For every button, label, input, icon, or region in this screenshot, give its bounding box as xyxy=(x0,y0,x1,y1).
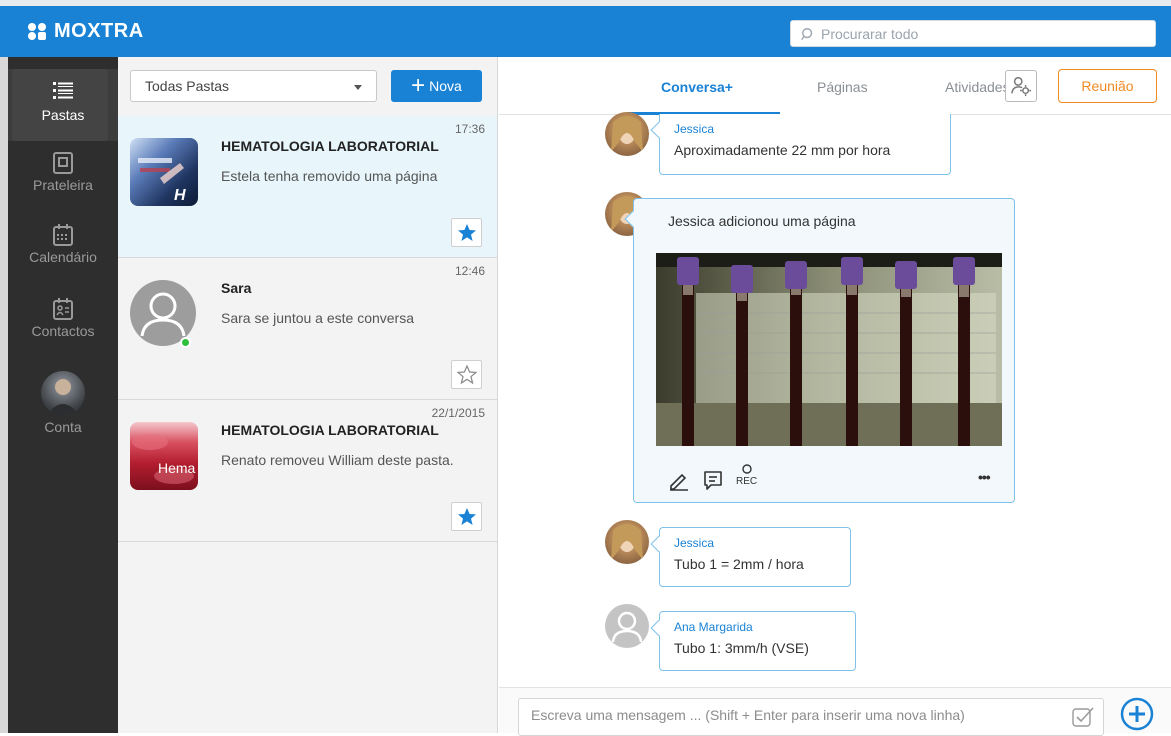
message-author: Jessica xyxy=(674,536,715,550)
nav-label: Pastas xyxy=(41,107,85,123)
account-avatar xyxy=(41,371,85,415)
contacts-icon xyxy=(53,298,73,320)
star-filled-icon xyxy=(457,507,476,525)
message-author: Ana Margarida xyxy=(674,620,753,634)
search-input[interactable] xyxy=(821,25,1141,42)
nav-label: Conta xyxy=(44,419,82,435)
favorite-toggle[interactable] xyxy=(451,360,482,389)
online-status-dot xyxy=(180,337,191,348)
sender-avatar xyxy=(605,604,649,648)
logo-mark-icon xyxy=(28,22,48,41)
search-icon xyxy=(801,27,813,40)
page-share-card[interactable]: Jessica adicionou uma página REC ••• xyxy=(624,198,1015,503)
message-composer xyxy=(499,687,1171,736)
message-input-box[interactable] xyxy=(518,698,1104,736)
record-label: REC xyxy=(736,476,758,487)
chat-message: Jessica Aproximadamente 22 mm por hora xyxy=(650,114,951,175)
meeting-button[interactable]: Reunião xyxy=(1058,69,1157,103)
todo-check-icon[interactable] xyxy=(1071,705,1095,729)
message-text: Tubo 1: 3mm/h (VSE) xyxy=(674,640,809,656)
star-filled-icon xyxy=(457,223,476,241)
shared-page-image[interactable] xyxy=(656,253,1002,446)
tab-bar: Conversa+ Páginas Atividades Reunião xyxy=(499,57,1171,115)
folder-filter-value: Todas Pastas xyxy=(145,78,230,94)
message-text: Aproximadamente 22 mm por hora xyxy=(674,142,891,158)
conversation-last-message: Sara se juntou a este conversa xyxy=(221,310,415,326)
conversation-time: 17:36 xyxy=(454,122,485,136)
record-button[interactable]: REC xyxy=(736,463,757,487)
favorite-toggle[interactable] xyxy=(451,502,482,531)
message-input[interactable] xyxy=(531,707,1061,723)
folder-thumbnail: H xyxy=(130,138,198,206)
folder-settings-button[interactable] xyxy=(1005,70,1037,102)
blood-tubes-photo xyxy=(656,253,1002,446)
person-placeholder-icon xyxy=(611,611,643,643)
plus-circle-icon xyxy=(1120,697,1154,731)
moxtra-logo[interactable]: MOXTRA xyxy=(28,20,144,43)
plus-icon: + xyxy=(411,72,426,99)
add-attachment-button[interactable] xyxy=(1117,697,1157,731)
conversation-time: 22/1/2015 xyxy=(431,406,485,420)
calendar-icon xyxy=(53,224,73,246)
star-outline-icon xyxy=(456,364,477,384)
chat-message: Jessica Tubo 1 = 2mm / hora xyxy=(650,527,851,587)
tab-conversa[interactable]: Conversa+ xyxy=(661,79,733,95)
new-folder-label: Nova xyxy=(429,78,462,94)
nav-label: Contactos xyxy=(31,323,95,339)
nav-item-contactos[interactable]: Contactos xyxy=(8,297,118,339)
thumbnail-text: Hema xyxy=(158,460,196,476)
conversation-panel: Conversa+ Páginas Atividades Reunião Jes… xyxy=(499,57,1171,736)
top-bar: MOXTRA xyxy=(0,0,1171,57)
conversation-title: Sara xyxy=(221,280,252,296)
list-item[interactable]: Hema 22/1/2015 HEMATOLOGIA LABORATORIAL … xyxy=(118,400,497,542)
folder-filter-select[interactable]: Todas Pastas xyxy=(130,70,377,102)
brand-name: MOXTRA xyxy=(54,20,144,42)
conversation-title: HEMATOLOGIA LABORATORIAL xyxy=(221,422,439,438)
nav-label: Calendário xyxy=(29,249,97,265)
nav-item-conta[interactable]: Conta xyxy=(8,371,118,435)
folder-thumbnail: Hema xyxy=(130,422,198,490)
nav-item-prateleira[interactable]: Prateleira xyxy=(8,151,118,193)
new-folder-button[interactable]: + Nova xyxy=(391,70,482,102)
nav-item-pastas[interactable]: Pastas xyxy=(8,69,118,141)
favorite-toggle[interactable] xyxy=(451,218,482,247)
comment-icon xyxy=(704,471,722,490)
tab-paginas[interactable]: Páginas xyxy=(817,79,868,95)
message-author: Jessica xyxy=(674,122,715,136)
page-card-title: Jessica adicionou uma página xyxy=(668,213,856,229)
chat-message: Ana Margarida Tubo 1: 3mm/h (VSE) xyxy=(650,611,856,671)
record-icon xyxy=(741,464,752,474)
sender-avatar xyxy=(605,112,649,156)
list-item[interactable]: H 17:36 HEMATOLOGIA LABORATORIAL Estela … xyxy=(118,116,497,258)
conversation-time: 12:46 xyxy=(454,264,485,278)
conversation-last-message: Renato removeu William deste pasta. xyxy=(221,452,454,468)
comment-button[interactable] xyxy=(702,469,724,491)
nav-item-calendario[interactable]: Calendário xyxy=(8,223,118,265)
chevron-down-icon xyxy=(354,85,362,90)
nav-label: Prateleira xyxy=(33,177,93,193)
left-nav: Pastas Prateleira Calendário Contactos C… xyxy=(0,57,118,733)
conversation-list-panel: Todas Pastas + Nova H 17:36 HEMATOLOGIA … xyxy=(118,57,498,733)
conversation-title: HEMATOLOGIA LABORATORIAL xyxy=(221,138,439,154)
shelf-icon xyxy=(53,152,73,174)
annotate-button[interactable] xyxy=(668,469,690,491)
sender-avatar xyxy=(605,520,649,564)
pencil-icon xyxy=(670,473,688,491)
more-options-button[interactable]: ••• xyxy=(978,469,991,485)
user-settings-icon xyxy=(1011,77,1032,97)
svg-text:H: H xyxy=(174,187,186,204)
list-icon xyxy=(53,82,73,99)
message-text: Tubo 1 = 2mm / hora xyxy=(674,556,804,572)
search-box[interactable] xyxy=(790,20,1156,47)
conversation-last-message: Estela tenha removido uma página xyxy=(221,168,438,184)
list-item[interactable]: 12:46 Sara Sara se juntou a este convers… xyxy=(118,258,497,400)
